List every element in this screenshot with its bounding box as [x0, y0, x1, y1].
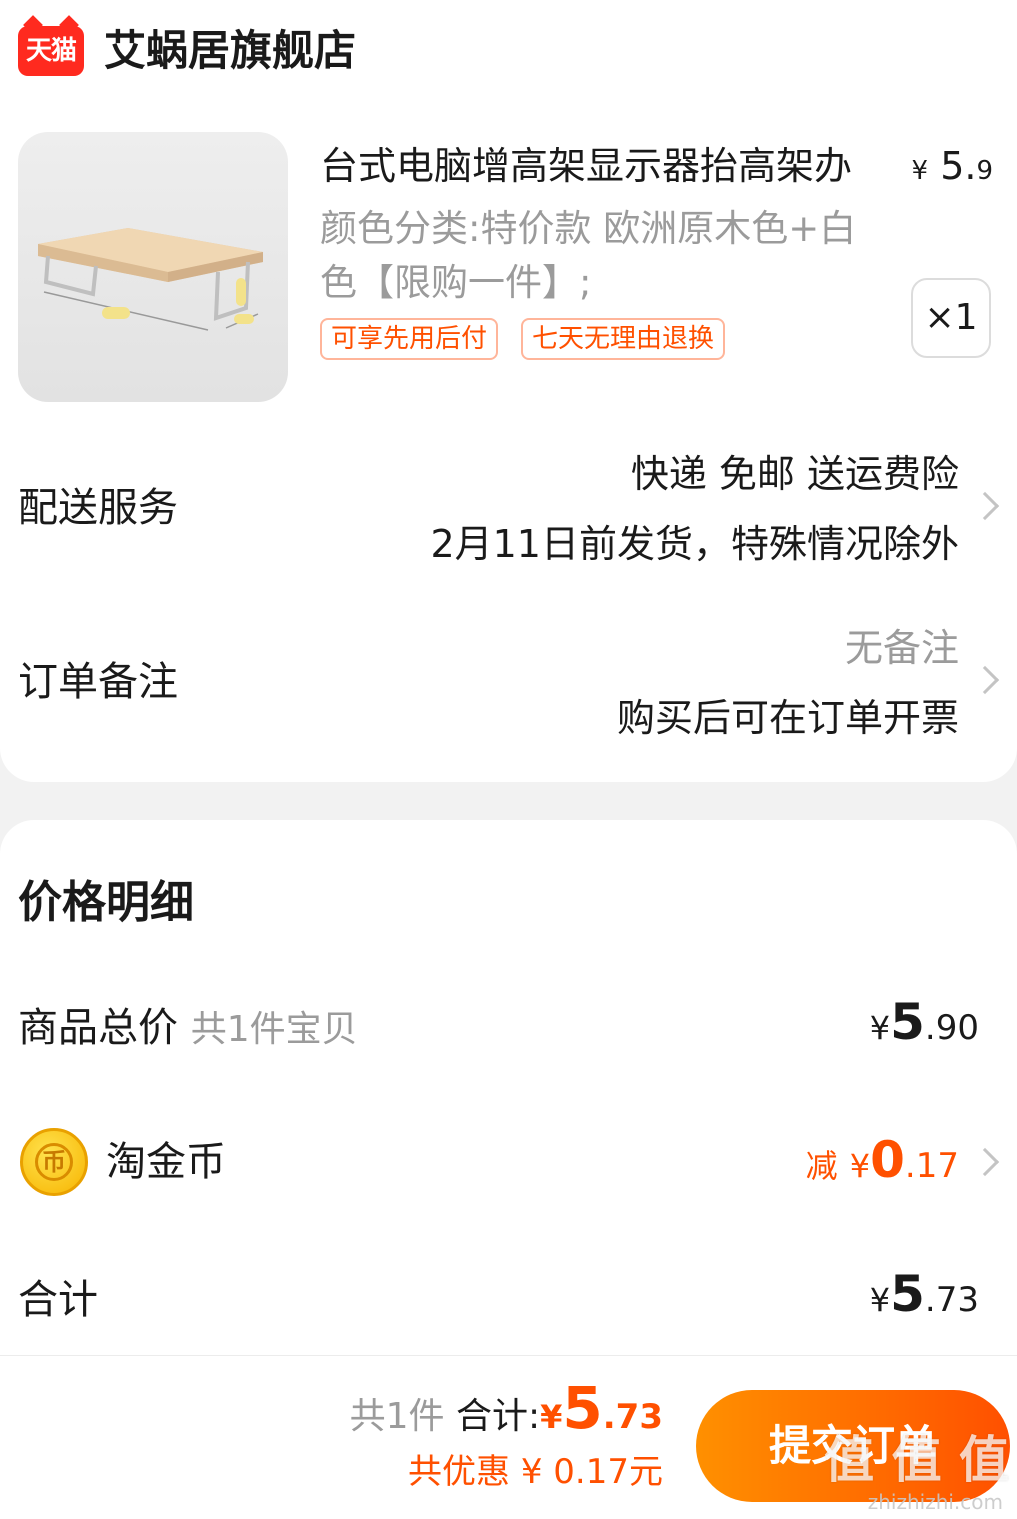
- unit-price: ¥ 5.9: [912, 142, 993, 195]
- coins-prefix: 减: [805, 1147, 838, 1185]
- bottom-dec: .73: [602, 1397, 663, 1437]
- coins-int: 0: [870, 1131, 905, 1189]
- total-value: ¥5.73: [870, 1268, 979, 1326]
- watermark-logo: 值 值 值: [824, 1431, 1009, 1489]
- subtotal-yen: ¥: [869, 1009, 891, 1047]
- total-label: 合计: [18, 1277, 98, 1323]
- total-dec: .73: [924, 1280, 979, 1320]
- subtotal-dec: .90: [924, 1008, 979, 1048]
- monitor-stand-illustration: [38, 228, 263, 331]
- subtotal-int: 5: [890, 993, 925, 1051]
- subtotal-value: ¥5.90: [870, 996, 979, 1054]
- store-name[interactable]: 艾蜗居旗舰店: [104, 22, 356, 80]
- tag-pay-later: 可享先用后付: [320, 318, 499, 360]
- total-yen: ¥: [869, 1281, 891, 1319]
- bottom-total-label: 合计:: [456, 1396, 541, 1437]
- note-label: 订单备注: [18, 659, 178, 705]
- subtotal-label: 商品总价 共1件宝贝: [18, 1002, 358, 1056]
- coins-label: 淘金币: [106, 1139, 226, 1185]
- total-int: 5: [890, 1265, 925, 1323]
- delivery-method: 快递 免邮 送运费险: [630, 452, 959, 496]
- unit-price-dec: 9: [976, 156, 993, 186]
- watermark-url: zhizhizhi.com: [867, 1490, 1003, 1514]
- quantity-button[interactable]: ×1: [911, 278, 991, 358]
- coin-glyph: 币: [35, 1143, 73, 1181]
- price-detail-title: 价格明细: [18, 877, 194, 928]
- delivery-time: 2月11日前发货，特殊情况除外: [430, 522, 959, 566]
- product-image[interactable]: [18, 132, 288, 402]
- tag-seven-day-return: 七天无理由退换: [521, 318, 726, 360]
- gold-coin-icon: 币: [20, 1128, 88, 1196]
- sku-line: 颜色分类:特价款 欧洲原木色+白: [320, 207, 857, 250]
- bottom-discount: 共优惠 ¥ 0.17元: [408, 1452, 663, 1492]
- subtotal-label-text: 商品总价: [18, 1005, 178, 1051]
- coins-dec: .17: [904, 1146, 959, 1186]
- order-card: 天猫 艾蜗居旗舰店 台式电脑增高架显示器抬高架办 ¥ 5.9 颜色分类:特价款 …: [0, 0, 1017, 782]
- delivery-label: 配送服务: [18, 485, 178, 531]
- unit-price-yen: ¥: [911, 156, 929, 186]
- product-title[interactable]: 台式电脑增高架显示器抬高架办: [320, 142, 890, 190]
- bottom-total: 共1件 合计:¥5.73: [350, 1378, 663, 1447]
- bottom-count: 共1件: [349, 1396, 445, 1437]
- bottom-int: 5: [562, 1374, 603, 1442]
- product-sku[interactable]: 颜色分类:特价款 欧洲原木色+白 色【限购一件】;: [320, 202, 890, 310]
- note-value: 无备注: [844, 626, 959, 670]
- unit-price-int: 5.: [940, 144, 977, 188]
- sku-line: 色【限购一件】;: [320, 261, 592, 304]
- coins-discount: 减 ¥0.17: [806, 1134, 959, 1192]
- bottom-yen: ¥: [540, 1398, 563, 1436]
- coins-yen: ¥: [849, 1147, 871, 1185]
- invoice-hint: 购买后可在订单开票: [616, 696, 959, 740]
- chevron-right-icon: [970, 665, 1000, 695]
- chevron-right-icon: [970, 491, 1000, 521]
- item-count: 共1件宝贝: [190, 1009, 358, 1050]
- tmall-logo-icon: 天猫: [18, 26, 84, 76]
